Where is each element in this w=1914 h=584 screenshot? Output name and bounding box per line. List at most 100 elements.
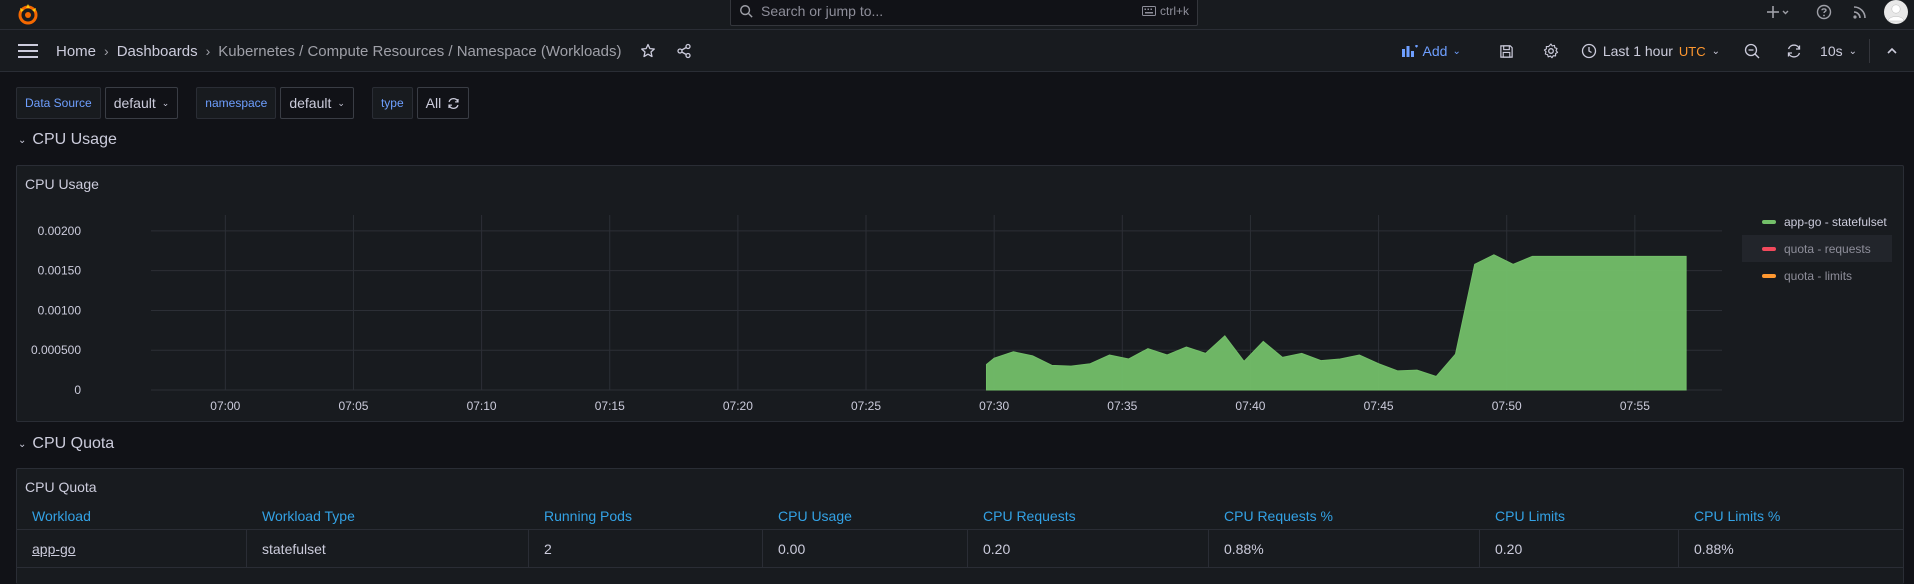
x-tick-label: 07:35 <box>1107 399 1137 413</box>
y-tick-label: 0.000500 <box>31 343 81 357</box>
cell-cpu-requests: 0.20 <box>968 529 1209 568</box>
refresh-icon <box>1787 44 1801 58</box>
news-button[interactable] <box>1842 4 1878 20</box>
search-shortcut-label: ctrl+k <box>1159 4 1189 18</box>
legend-item-quota-limits[interactable]: quota - limits <box>1742 262 1892 289</box>
x-tick-label: 07:45 <box>1364 399 1394 413</box>
legend-item-app-go[interactable]: app-go - statefulset <box>1742 208 1892 235</box>
add-panel-icon <box>1401 45 1418 57</box>
keyboard-icon <box>1141 6 1156 16</box>
column-header-running-pods[interactable]: Running Pods <box>529 508 763 524</box>
star-button[interactable] <box>634 43 662 59</box>
type-select-value: All <box>425 95 442 111</box>
time-range-picker[interactable]: Last 1 hour UTC ⌄ <box>1581 43 1720 59</box>
breadcrumb-home[interactable]: Home <box>56 43 96 60</box>
star-icon <box>640 43 655 58</box>
x-tick-label: 07:15 <box>595 399 625 413</box>
datasource-select[interactable]: default ⌄ <box>104 87 179 119</box>
gear-icon <box>1543 43 1559 59</box>
row-title: CPU Usage <box>32 131 117 148</box>
series-area-app-go-statefulset <box>985 254 1687 391</box>
column-header-cpu-limits[interactable]: CPU Limits <box>1480 508 1679 524</box>
refresh-icon[interactable] <box>447 97 460 110</box>
top-right-icons <box>1758 0 1914 24</box>
share-icon <box>676 43 691 59</box>
menu-icon[interactable] <box>18 43 38 59</box>
x-tick-label: 07:30 <box>979 399 1009 413</box>
cell-workload-type: statefulset <box>247 529 529 568</box>
avatar <box>1884 0 1908 24</box>
search-placeholder: Search or jump to... <box>761 3 884 19</box>
chevron-down-icon: ⌄ <box>337 97 345 108</box>
refresh-interval-picker[interactable]: 10s ⌄ <box>1820 43 1857 59</box>
dashboard-settings-button[interactable] <box>1529 43 1573 59</box>
x-tick-label: 07:05 <box>338 399 368 413</box>
refresh-interval-label: 10s <box>1820 43 1843 59</box>
cell-cpu-requests-pct: 0.88% <box>1209 529 1480 568</box>
legend-item-quota-requests[interactable]: quota - requests <box>1742 235 1892 262</box>
cpu-usage-chart: 0 0.000500 0.00100 0.00150 0.00200 07:00 07:05… <box>31 215 1722 413</box>
save-dashboard-button[interactable] <box>1485 44 1529 59</box>
x-tick-label: 07:10 <box>467 399 497 413</box>
breadcrumb-dashboards[interactable]: Dashboards <box>117 43 198 60</box>
legend-label: quota - requests <box>1784 241 1871 256</box>
column-header-cpu-usage[interactable]: CPU Usage <box>763 508 968 524</box>
add-button[interactable]: Add ⌄ <box>1401 43 1461 59</box>
search-input[interactable]: Search or jump to... ctrl+k <box>730 0 1198 26</box>
x-tick-label: 07:25 <box>851 399 881 413</box>
zoom-out-button[interactable] <box>1730 43 1774 59</box>
workload-link[interactable]: app-go <box>32 541 76 557</box>
column-header-cpu-requests[interactable]: CPU Requests <box>968 508 1209 524</box>
namespace-select[interactable]: default ⌄ <box>280 87 354 119</box>
cell-workload: app-go <box>17 529 247 568</box>
namespace-select-value: default <box>289 95 332 111</box>
legend-swatch <box>1762 219 1776 224</box>
row-header-cpu-quota[interactable]: ⌄ CPU Quota <box>18 435 114 453</box>
column-header-cpu-requests-pct[interactable]: CPU Requests % <box>1209 508 1480 524</box>
column-header-workload-type[interactable]: Workload Type <box>247 508 529 524</box>
grafana-logo-icon[interactable] <box>16 2 40 26</box>
cell-running-pods: 2 <box>529 529 763 568</box>
type-select[interactable]: All <box>416 87 470 119</box>
chevron-down-icon: ⌄ <box>1711 45 1721 57</box>
x-tick-label: 07:20 <box>723 399 753 413</box>
column-header-cpu-limits-pct[interactable]: CPU Limits % <box>1679 508 1903 524</box>
dashboard-toolbar: Add ⌄ Last 1 hour UTC ⌄ 10s ⌄ <box>1401 30 1914 72</box>
y-tick-label: 0 <box>74 383 81 397</box>
rss-icon <box>1853 6 1866 19</box>
chevron-down-icon: ⌄ <box>18 134 27 146</box>
breadcrumb-current: Kubernetes / Compute Resources / Namespa… <box>218 42 622 60</box>
refresh-button[interactable] <box>1774 43 1814 59</box>
x-tick-label: 07:50 <box>1492 399 1522 413</box>
cpu-quota-panel: CPU Quota Workload Workload Type Running… <box>16 468 1904 584</box>
table-header: Workload Workload Type Running Pods CPU … <box>17 502 1903 530</box>
time-range-label: Last 1 hour <box>1602 43 1673 59</box>
search-shortcut: ctrl+k <box>1141 4 1189 18</box>
timezone-label: UTC <box>1678 43 1706 59</box>
share-button[interactable] <box>670 43 698 59</box>
legend-label: quota - limits <box>1784 268 1853 283</box>
y-tick-label: 0.00200 <box>38 224 82 238</box>
datasource-select-value: default <box>113 95 156 111</box>
row-header-cpu-usage[interactable]: ⌄ CPU Usage <box>18 131 117 149</box>
table-row: app-go statefulset 2 0.00 0.20 0.88% 0.2… <box>17 529 1903 568</box>
new-menu-button[interactable] <box>1758 5 1798 19</box>
help-button[interactable] <box>1806 4 1842 20</box>
collapse-nav-button[interactable] <box>1870 44 1914 58</box>
x-tick-label: 07:55 <box>1620 399 1650 413</box>
y-tick-label: 0.00100 <box>38 303 82 317</box>
variable-label-type: type <box>371 87 413 119</box>
profile-button[interactable] <box>1878 0 1914 24</box>
zoom-out-icon <box>1744 43 1760 59</box>
save-icon <box>1500 44 1514 58</box>
legend-label: app-go - statefulset <box>1784 214 1887 229</box>
cpu-usage-panel: CPU Usage 0 0.000500 0.00100 0.00150 0.00200… <box>16 165 1904 422</box>
chevron-down-icon: ⌄ <box>18 438 27 450</box>
chart-legend: app-go - statefulset quota - requests qu… <box>1742 208 1892 289</box>
help-icon <box>1816 4 1832 20</box>
chevron-up-icon <box>1887 47 1897 54</box>
breadcrumb-separator: › <box>205 43 211 59</box>
legend-swatch <box>1762 273 1776 278</box>
column-header-workload[interactable]: Workload <box>17 508 247 524</box>
top-bar: Search or jump to... ctrl+k <box>0 0 1914 30</box>
